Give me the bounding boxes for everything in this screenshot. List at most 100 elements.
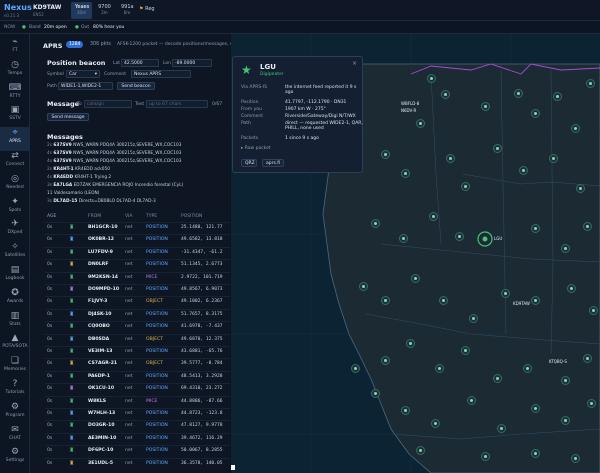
station-marker[interactable] xyxy=(586,79,595,88)
nav-dxped[interactable]: ✈ DXped xyxy=(0,218,30,242)
nav-tempo[interactable]: ◷ Tempo xyxy=(0,59,30,83)
nav-stats[interactable]: ▥ Stats xyxy=(0,310,30,334)
station-marker[interactable] xyxy=(561,416,570,425)
station-marker[interactable] xyxy=(531,404,540,413)
table-row[interactable]: 0s VE3IM-13 net POSITION 43.6881, -65.76 ♜ xyxy=(45,346,230,359)
map-label-wbfld[interactable]: WBFLD-8 xyxy=(401,101,419,106)
message-item[interactable]: 4s 637SV9 NWS_WARN PDQ4A 300215z,SEVERE_… xyxy=(47,151,181,156)
station-callsign[interactable]: KD9TAW xyxy=(33,4,61,11)
table-row[interactable]: 0s DJ4SK-10 net POSITION 51.7657, 8.3175 ♜ xyxy=(45,308,230,322)
nav-program[interactable]: ⚙ Program xyxy=(0,401,30,425)
nav-pota-sota[interactable]: ▲ POTA/SOTA xyxy=(0,332,30,356)
station-marker[interactable] xyxy=(455,232,464,241)
radio-chip-991a[interactable]: 991a 6m xyxy=(117,2,137,19)
to-input[interactable]: callsign xyxy=(84,100,132,108)
nav-tutorials[interactable]: ? Tutorials xyxy=(0,378,30,402)
station-marker[interactable] xyxy=(431,419,440,428)
station-marker[interactable] xyxy=(493,144,502,153)
table-row[interactable]: 0s AE3MIN-10 net POSITION 39.4672, 116.29 ♜ xyxy=(45,432,230,446)
station-marker[interactable] xyxy=(501,289,510,298)
station-marker[interactable] xyxy=(427,74,436,83)
station-marker[interactable] xyxy=(583,354,592,363)
close-icon[interactable]: × xyxy=(352,60,357,67)
nav-rtty[interactable]: ⌨ RTTY xyxy=(0,82,30,106)
station-marker[interactable] xyxy=(583,222,592,231)
table-row[interactable]: 0s W8KLS net MICE 44.8886, -87.66 ♜ xyxy=(45,395,230,409)
station-marker[interactable] xyxy=(416,119,425,128)
station-marker[interactable] xyxy=(359,282,368,291)
table-row[interactable]: 0s DF6PC-10 net POSITION 50.0067, 8.2855 ♜ xyxy=(45,445,230,458)
station-marker[interactable] xyxy=(589,306,598,315)
nav-connect[interactable]: ⇄ Connect xyxy=(0,150,30,174)
table-row[interactable]: 0s 9M2KSN-14 net MICE 2.9722, 101.719 ♜ xyxy=(45,271,230,285)
table-row[interactable]: 0s F1JVY-3 net OBJECT 49.1002, 6.2367 ♜ xyxy=(45,296,230,309)
table-row[interactable]: 0s OK0BR-12 net POSITION 49.6582, 13.818 ♜ xyxy=(45,234,230,247)
table-row[interactable]: 0s W7HLH-13 net POSITION 44.8723, -123.8 ♜ xyxy=(45,408,230,421)
table-row[interactable]: 0s DB0SDA net OBJECT 49.6870, 12.375 ♜ xyxy=(45,333,230,347)
nav-chat[interactable]: ✉ CHAT xyxy=(0,424,30,448)
nav-ft[interactable]: ⌁ FT xyxy=(0,36,30,60)
station-marker[interactable] xyxy=(531,449,540,458)
station-marker[interactable] xyxy=(553,92,562,101)
station-marker[interactable] xyxy=(411,274,420,283)
station-marker[interactable] xyxy=(406,339,415,348)
station-marker[interactable] xyxy=(497,424,506,433)
station-marker[interactable] xyxy=(381,356,390,365)
nav-sstv[interactable]: ▣ SSTV xyxy=(0,104,30,128)
raw-packet-toggle[interactable]: ▸ Raw packet xyxy=(241,146,271,151)
station-marker[interactable] xyxy=(587,399,596,408)
table-row[interactable]: 0s BH1GCR-10 net POSITION 25.1488, 121.77 ♜ xyxy=(45,222,230,235)
station-marker[interactable] xyxy=(399,234,408,243)
station-marker[interactable] xyxy=(446,154,455,163)
message-item[interactable]: 2s 637SV9 NWS_WARN PDQ4A 300215z,SEVERE_… xyxy=(47,143,181,148)
station-marker[interactable] xyxy=(371,389,380,398)
station-marker[interactable] xyxy=(351,364,360,373)
station-marker[interactable] xyxy=(467,396,476,405)
flag-button[interactable]: ⚑ Reg xyxy=(139,6,155,12)
station-popup[interactable]: ★ LGU Digipeater × Via APRS-IS the intern… xyxy=(232,56,363,173)
lon-input[interactable]: -89.0000 xyxy=(172,59,212,67)
message-item[interactable]: 4s KR4EDD KR4HT-1 Trying 2 xyxy=(47,175,111,180)
col-from[interactable]: FROM xyxy=(88,214,101,219)
message-item[interactable]: 2s KR4HT-1 KR4EDD ack050 xyxy=(47,167,110,172)
station-marker[interactable] xyxy=(493,374,502,383)
col-type[interactable]: TYPE xyxy=(146,214,157,219)
table-row[interactable]: 0s 3E1UDL-5 net POSITION 36.3578, 140.05 ♜ xyxy=(45,457,230,471)
col-age[interactable]: AGE xyxy=(47,214,56,219)
aprsfi-button[interactable]: aprs.fi xyxy=(262,159,284,167)
map-label-n6dv[interactable]: N6DV-R xyxy=(401,108,416,113)
table-row[interactable]: 0s DO3GR-10 net POSITION 47.8127, 9.9778 ♜ xyxy=(45,420,230,433)
message-item[interactable]: 3s EA7LGA ED7ZAK EMERGENCIA ROJO Incendi… xyxy=(47,183,183,188)
station-marker[interactable] xyxy=(461,182,470,191)
map-label-ktqbq[interactable]: KTQBQ-S xyxy=(549,359,567,364)
station-marker[interactable] xyxy=(439,296,448,305)
station-marker[interactable] xyxy=(381,296,390,305)
station-marker[interactable] xyxy=(461,346,470,355)
station-marker[interactable] xyxy=(381,150,390,159)
map-label-lgu[interactable]: LGU xyxy=(494,236,502,241)
station-marker[interactable] xyxy=(514,89,523,98)
nav-spots[interactable]: ✦ Spots xyxy=(0,196,30,220)
station-marker[interactable] xyxy=(401,406,410,415)
text-input[interactable]: up to 67 chars xyxy=(146,100,208,108)
station-marker[interactable] xyxy=(531,296,540,305)
table-row[interactable]: 0s DO9MPD-10 net POSITION 49.8567, 6.9073 ♜ xyxy=(45,284,230,297)
comment-input[interactable]: Nexus APRS xyxy=(131,70,191,78)
station-marker[interactable] xyxy=(561,376,570,385)
station-marker[interactable] xyxy=(531,109,540,118)
station-marker[interactable] xyxy=(576,184,585,193)
table-row[interactable]: 0s PA6DP-1 net POSITION 48.5413, 3.2928 ♜ xyxy=(45,370,230,384)
nav-satellites[interactable]: ✧ Satellites xyxy=(0,241,30,265)
station-marker[interactable] xyxy=(429,212,438,221)
station-marker[interactable] xyxy=(401,169,410,178)
message-item[interactable]: 11 Valdesamario (LEON) xyxy=(47,191,99,196)
station-marker[interactable] xyxy=(567,284,576,293)
station-marker[interactable] xyxy=(435,364,444,373)
nav-memories[interactable]: ❏ Memories xyxy=(0,355,30,379)
table-row[interactable]: 0s CS7AGR-21 net OBJECT 39.5777, -8.784 ♜ xyxy=(45,358,230,371)
nav-awards[interactable]: ✪ Awards xyxy=(0,287,30,311)
station-marker[interactable] xyxy=(481,102,490,111)
station-marker[interactable] xyxy=(571,124,580,133)
col-via[interactable]: VIA xyxy=(125,214,132,219)
station-marker[interactable] xyxy=(571,454,580,463)
